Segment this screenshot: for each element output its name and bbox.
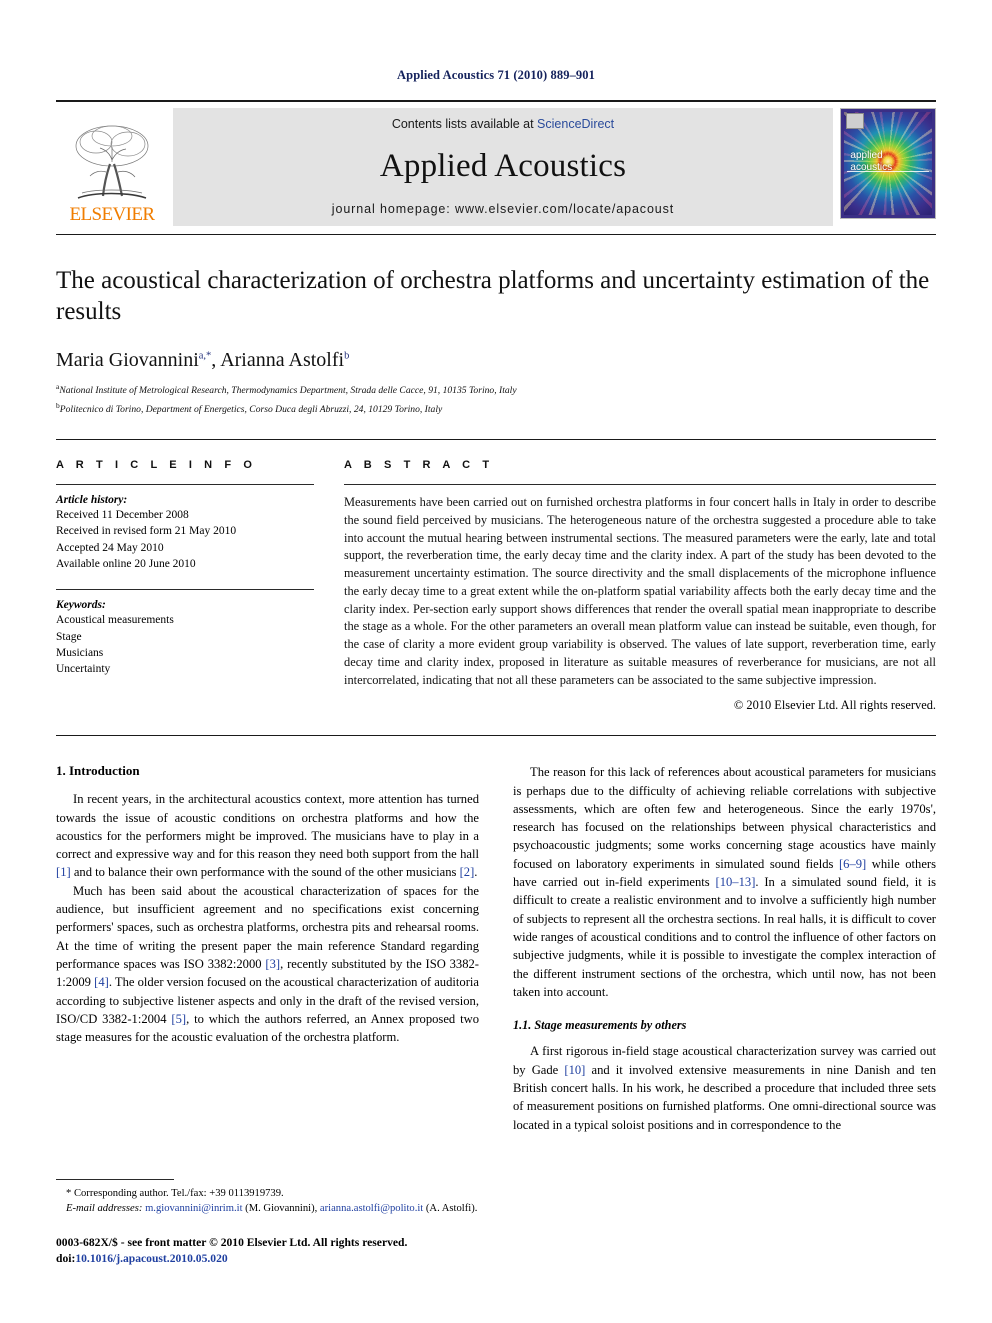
affiliation-b: bPolitecnico di Torino, Department of En…	[56, 400, 936, 418]
banner-bottom-rule	[56, 234, 936, 235]
citation-ref[interactable]: [10]	[564, 1063, 585, 1077]
author-marks-1: a,*	[198, 350, 212, 362]
paper-page: Applied Acoustics 71 (2010) 889–901 ELSE…	[0, 0, 992, 1323]
footnote-rule	[56, 1178, 174, 1180]
elsevier-wordmark: ELSEVIER	[69, 204, 156, 225]
article-history-item: Received 11 December 2008	[56, 509, 189, 522]
article-history-item: Received in revised form 21 May 2010	[56, 525, 237, 538]
cover-badge-icon	[846, 113, 864, 129]
article-info-rule-1	[56, 484, 314, 486]
keyword-item: Musicians	[56, 647, 104, 660]
abstract-text: Measurements have been carried out on fu…	[344, 495, 936, 687]
body-columns: 1. Introduction In recent years, in the …	[56, 763, 936, 1134]
info-abstract-row: A R T I C L E I N F O Article history: R…	[56, 459, 936, 713]
banner-center: Contents lists available at ScienceDirec…	[173, 108, 833, 226]
email-link-1[interactable]: m.giovannini@inrim.it	[145, 1203, 242, 1214]
abstract-column: A B S T R A C T Measurements have been c…	[344, 459, 936, 713]
body-column-left: 1. Introduction In recent years, in the …	[56, 763, 479, 1134]
elsevier-logo: ELSEVIER	[56, 108, 168, 226]
page-title: The acoustical characterization of orche…	[56, 267, 930, 325]
keyword-item: Stage	[56, 630, 82, 643]
body-paragraph: The reason for this lack of references a…	[513, 765, 937, 999]
keyword-item: Acoustical measurements	[56, 614, 174, 627]
body-paragraph: In recent years, in the architectural ac…	[56, 792, 479, 880]
body-paragraph: A first rigorous in-field stage acoustic…	[513, 1044, 937, 1132]
email-owner-1: (M. Giovannini),	[245, 1203, 318, 1215]
author-marks-2: b	[344, 350, 350, 362]
email-owner-2: (A. Astolfi).	[425, 1203, 478, 1215]
contents-prefix: Contents lists available at	[391, 117, 538, 131]
affiliation-text-b: Politecnico di Torino, Department of Ene…	[59, 403, 443, 415]
abstract-bottom-rule	[56, 735, 936, 737]
issn-copyright-block: 0003-682X/$ - see front matter © 2010 El…	[56, 1235, 478, 1267]
citation-ref[interactable]: [6–9]	[839, 857, 866, 871]
cover-divider	[846, 171, 930, 173]
subsection-heading-stage-measurements: 1.1. Stage measurements by others	[513, 1018, 687, 1033]
journal-banner: ELSEVIER Contents lists available at Sci…	[56, 100, 936, 226]
section-heading-introduction: 1. Introduction	[56, 763, 140, 779]
article-history-item: Available online 20 June 2010	[56, 558, 196, 571]
author-name-1: Maria Giovannini	[56, 349, 199, 371]
article-history-item: Accepted 24 May 2010	[56, 541, 164, 554]
sciencedirect-link[interactable]: ScienceDirect	[537, 117, 614, 131]
citation-ref[interactable]: [10–13]	[716, 875, 756, 889]
email-addresses-note: E-mail addresses: m.giovannini@inrim.it …	[56, 1201, 478, 1216]
doi-link[interactable]: 10.1016/j.apacoust.2010.05.020	[75, 1252, 227, 1265]
affiliation-text-a: National Institute of Metrological Resea…	[59, 385, 517, 397]
keyword-item: Uncertainty	[56, 663, 111, 676]
article-info-rule-2	[56, 589, 314, 591]
cover-title-text: applied acoustics	[850, 150, 892, 172]
copyright-line: © 2010 Elsevier Ltd. All rights reserved…	[733, 698, 936, 713]
contents-available-line: Contents lists available at ScienceDirec…	[392, 117, 614, 131]
elsevier-tree-icon	[75, 125, 149, 199]
citation-ref[interactable]: [3]	[265, 957, 280, 971]
citation-ref[interactable]: [2]	[460, 865, 475, 879]
email-addresses-label: E-mail addresses:	[66, 1203, 143, 1215]
issn-line: 0003-682X/$ - see front matter © 2010 El…	[56, 1235, 408, 1249]
keywords-label: Keywords:	[56, 599, 106, 612]
abstract-heading: A B S T R A C T	[344, 459, 494, 472]
article-info-heading: A R T I C L E I N F O	[56, 459, 257, 472]
citation-ref[interactable]: [4]	[94, 975, 109, 989]
journal-homepage[interactable]: journal homepage: www.elsevier.com/locat…	[332, 202, 674, 216]
article-info-top-rule	[56, 439, 936, 441]
abstract-rule	[344, 484, 936, 486]
doi-prefix: doi:	[56, 1251, 76, 1265]
article-info-column: A R T I C L E I N F O Article history: R…	[56, 459, 344, 713]
author-name-2: Arianna Astolfi	[220, 349, 345, 371]
body-paragraph: Much has been said about the acoustical …	[56, 883, 479, 1045]
keywords-block: Keywords: Acoustical measurements Stage …	[56, 599, 314, 677]
footnote-area: * Corresponding author. Tel./fax: +39 01…	[56, 1178, 478, 1267]
running-head: Applied Acoustics 71 (2010) 889–901	[397, 68, 595, 82]
author-list: Maria Giovanninia,*, Arianna Astolfib	[56, 349, 936, 372]
cover-title-line1: applied	[850, 150, 883, 162]
affiliation-a: aNational Institute of Metrological Rese…	[56, 381, 936, 399]
doi-line: doi:10.1016/j.apacoust.2010.05.020	[56, 1251, 478, 1267]
body-column-right: The reason for this lack of references a…	[513, 763, 936, 1134]
citation-ref[interactable]: [1]	[56, 865, 71, 879]
citation-ref[interactable]: [5]	[171, 1012, 186, 1026]
email-link-2[interactable]: arianna.astolfi@polito.it	[320, 1203, 423, 1214]
author-separator: ,	[211, 349, 221, 371]
journal-title: Applied Acoustics	[379, 148, 627, 184]
corresponding-author-note: * Corresponding author. Tel./fax: +39 01…	[66, 1187, 284, 1199]
article-history-label: Article history:	[56, 494, 128, 507]
journal-cover-thumbnail: applied acoustics	[840, 108, 936, 219]
